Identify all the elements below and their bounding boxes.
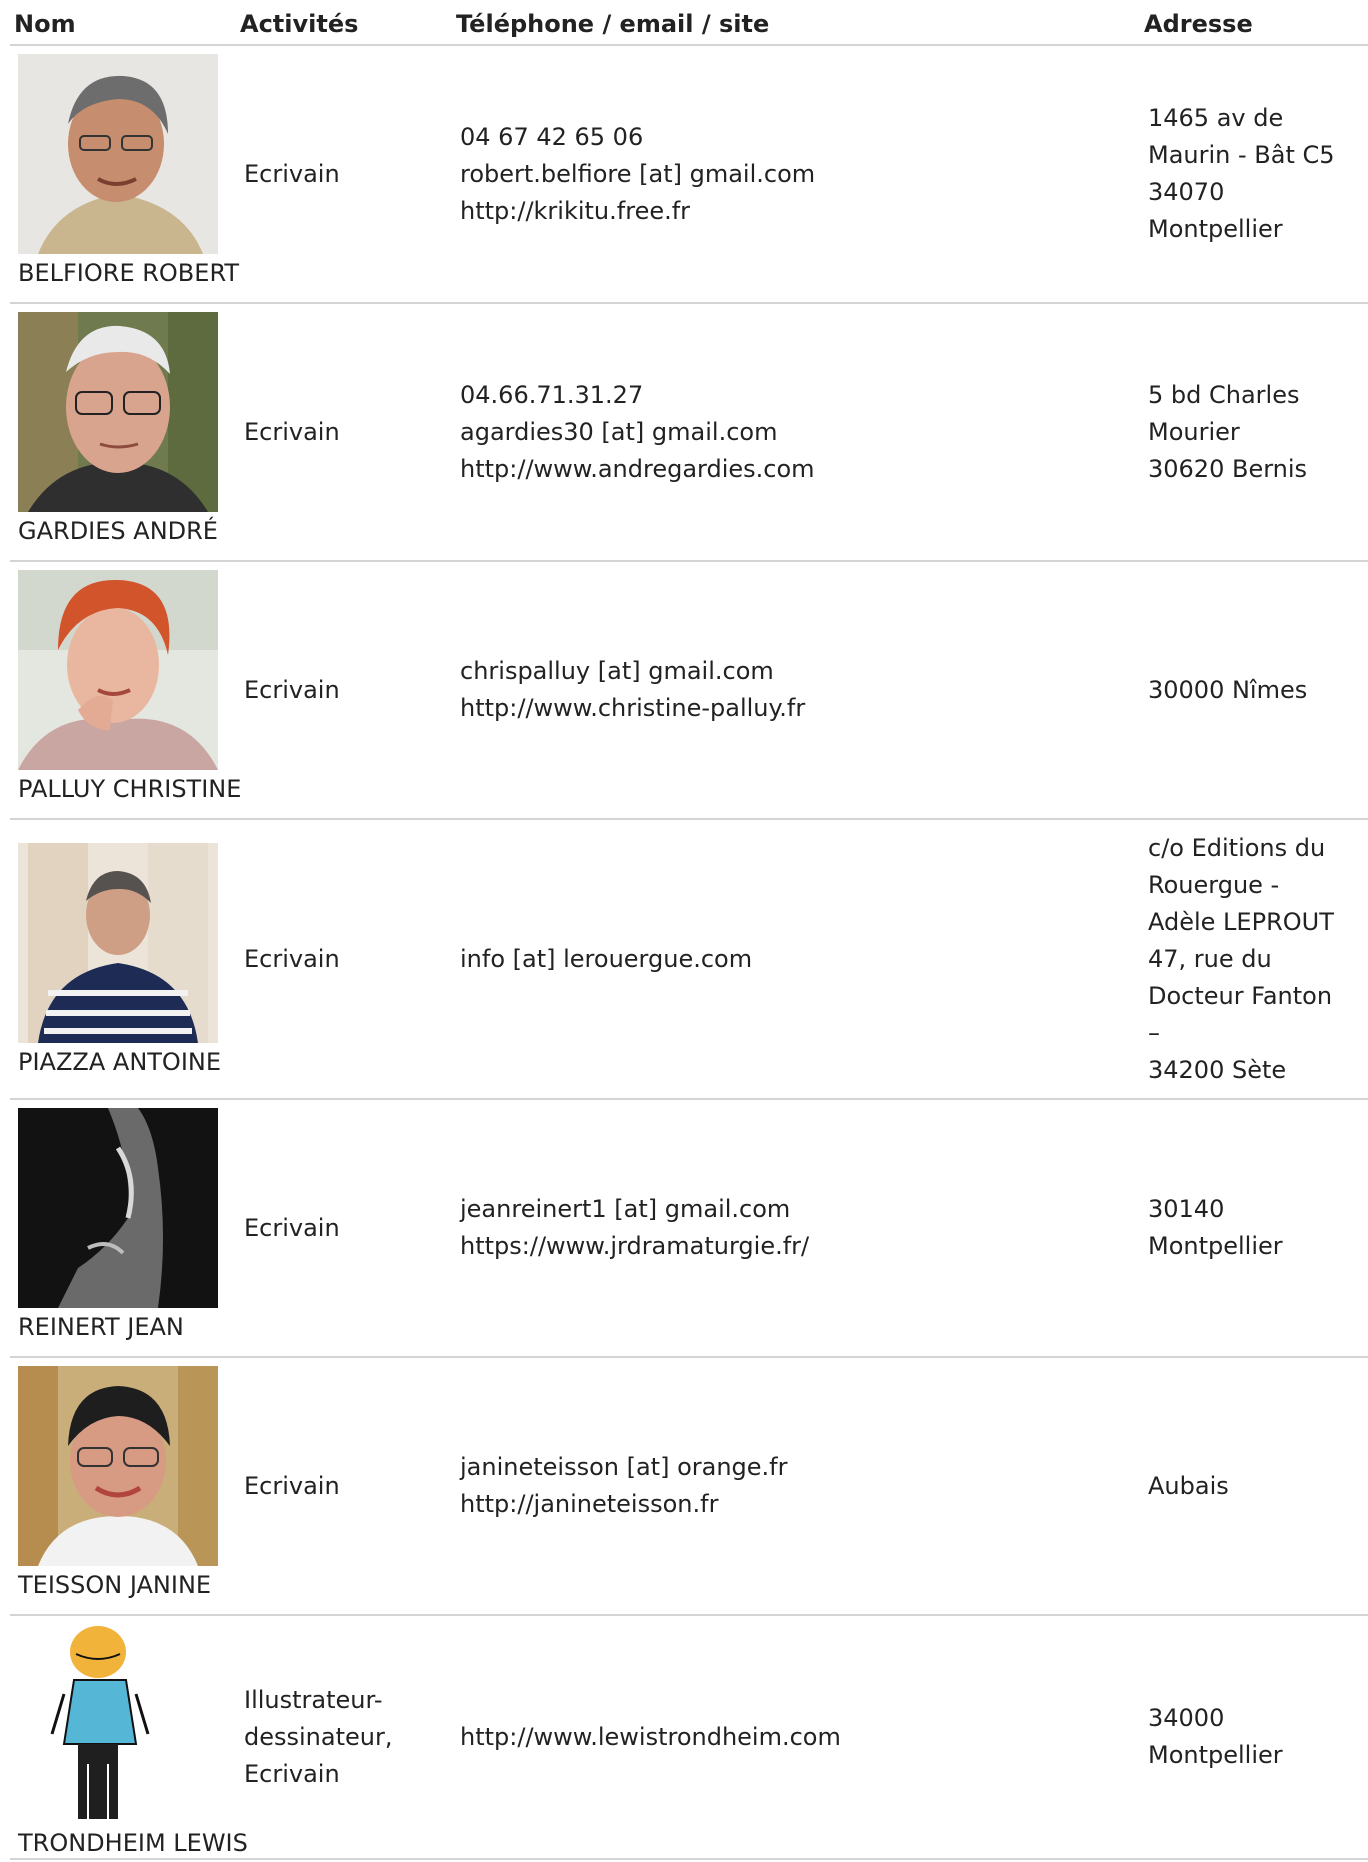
author-photo[interactable] [18, 1366, 218, 1566]
author-name: PIAZZA ANTOINE [18, 1048, 222, 1076]
activity-cell: Ecrivain [236, 45, 452, 304]
contact-cell: 04.66.71.31.27 agardies30 [at] gmail.com… [452, 303, 1140, 562]
author-photo[interactable] [18, 312, 218, 512]
author-name-cell: PIAZZA ANTOINE [10, 819, 236, 1100]
author-name: TRONDHEIM LEWIS [18, 1829, 248, 1857]
contact-cell: info [at] lerouergue.com [452, 819, 1140, 1100]
author-name-cell: TRONDHEIM LEWIS [10, 1615, 248, 1860]
activity-cell: Ecrivain [236, 1357, 452, 1616]
author-name: PALLUY CHRISTINE [18, 775, 242, 803]
website-link[interactable]: http://janineteisson.fr [460, 1486, 1132, 1523]
address-cell: 34000 Montpellier [1140, 1615, 1368, 1860]
email-text: chrispalluy [at] gmail.com [460, 657, 774, 685]
author-name: GARDIES ANDRÉ [18, 517, 218, 545]
phone-text: 04.66.71.31.27 [460, 380, 644, 409]
table-row: TEISSON JANINE Ecrivain janineteisson [a… [10, 1357, 1368, 1616]
email-text: robert.belfiore [at] gmail.com [460, 159, 816, 188]
address-cell: 5 bd Charles Mourier 30620 Bernis [1140, 303, 1368, 562]
website-link[interactable]: https://www.jrdramaturgie.fr/ [460, 1228, 1132, 1265]
website-link[interactable]: http://www.lewistrondheim.com [460, 1719, 1132, 1756]
author-name: REINERT JEAN [18, 1313, 184, 1341]
author-photo[interactable] [18, 570, 218, 770]
author-name-cell: REINERT JEAN [10, 1099, 236, 1358]
contact-cell: janineteisson [at] orange.fr http://jani… [452, 1357, 1140, 1616]
email-text: janineteisson [at] orange.fr [460, 1453, 788, 1481]
table-row: PIAZZA ANTOINE Ecrivain info [at] leroue… [10, 819, 1368, 1100]
activity-cell: Ecrivain [236, 303, 452, 562]
column-header-address: Adresse [1140, 0, 1368, 46]
email-text: jeanreinert1 [at] gmail.com [460, 1195, 791, 1223]
column-header-activities: Activités [236, 0, 452, 46]
author-name: BELFIORE ROBERT [18, 259, 240, 287]
activity-cell: Ecrivain [236, 819, 452, 1100]
table-row: BELFIORE ROBERT Ecrivain 04 67 42 65 06 … [10, 45, 1368, 304]
table-row: TRONDHEIM LEWIS Illustrateur- dessinateu… [10, 1615, 1368, 1860]
contact-cell: jeanreinert1 [at] gmail.com https://www.… [452, 1099, 1140, 1358]
table-row: REINERT JEAN Ecrivain jeanreinert1 [at] … [10, 1099, 1368, 1358]
author-name-cell: TEISSON JANINE [10, 1357, 236, 1616]
table-row: PALLUY CHRISTINE Ecrivain chrispalluy [a… [10, 561, 1368, 820]
author-name: TEISSON JANINE [18, 1571, 212, 1599]
address-cell: 30000 Nîmes [1140, 561, 1368, 820]
email-text: info [at] lerouergue.com [460, 944, 753, 973]
activity-cell: Illustrateur- dessinateur, Ecrivain [236, 1615, 452, 1860]
author-name-cell: PALLUY CHRISTINE [10, 561, 242, 820]
contact-cell: chrispalluy [at] gmail.com http://www.ch… [452, 561, 1140, 820]
address-cell: 1465 av de Maurin - Bât C5 34070 Montpel… [1140, 45, 1368, 304]
author-name-cell: GARDIES ANDRÉ [10, 303, 236, 562]
author-photo[interactable] [18, 1624, 218, 1824]
authors-table: Nom Activités Téléphone / email / site A… [10, 0, 1368, 1860]
phone-text: 04 67 42 65 06 [460, 122, 644, 151]
author-photo[interactable] [18, 843, 218, 1043]
website-link[interactable]: http://krikitu.free.fr [460, 193, 1132, 230]
author-photo[interactable] [18, 54, 218, 254]
column-header-contact: Téléphone / email / site [452, 0, 1140, 46]
column-header-name: Nom [10, 0, 236, 46]
author-photo[interactable] [18, 1108, 218, 1308]
author-name-cell: BELFIORE ROBERT [10, 45, 240, 304]
address-cell: 30140 Montpellier [1140, 1099, 1368, 1358]
website-link[interactable]: http://www.andregardies.com [460, 451, 1132, 488]
activity-cell: Ecrivain [236, 561, 452, 820]
address-cell: c/o Editions du Rouergue - Adèle LEPROUT… [1140, 819, 1368, 1100]
website-link[interactable]: http://www.christine-palluy.fr [460, 690, 1132, 727]
contact-cell: http://www.lewistrondheim.com [452, 1615, 1140, 1860]
table-header-row: Nom Activités Téléphone / email / site A… [10, 0, 1368, 46]
contact-cell: 04 67 42 65 06 robert.belfiore [at] gmai… [452, 45, 1140, 304]
email-text: agardies30 [at] gmail.com [460, 417, 778, 446]
activity-text: Illustrateur- dessinateur, Ecrivain [244, 1685, 393, 1788]
address-cell: Aubais [1140, 1357, 1368, 1616]
table-row: GARDIES ANDRÉ Ecrivain 04.66.71.31.27 ag… [10, 303, 1368, 562]
activity-cell: Ecrivain [236, 1099, 452, 1358]
